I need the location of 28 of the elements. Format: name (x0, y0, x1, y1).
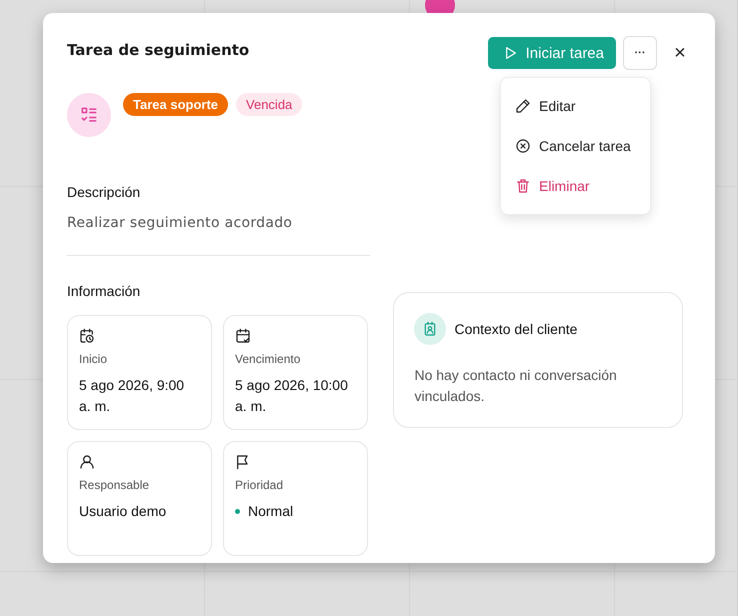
pencil-icon (515, 98, 531, 114)
info-label: Vencimiento (235, 352, 302, 366)
info-label: Inicio (79, 352, 108, 366)
empty-message: No hay contacto ni conversación vinculados. (414, 366, 618, 406)
info-value: 5 ago 2026, 9:00 a. m. (79, 376, 186, 416)
dialog-title: Tarea de seguimiento (67, 41, 250, 59)
calendar-check-icon (235, 328, 251, 344)
description-text: Realizar seguimiento acordado (67, 215, 294, 231)
contact-icon (422, 321, 438, 337)
tag: Tarea soporte (123, 93, 228, 116)
section-heading: Descripción (67, 184, 140, 200)
info-label: Responsable (79, 478, 150, 492)
card-title: Contexto del cliente (454, 321, 578, 337)
menu-item[interactable]: Cancelar tarea (501, 126, 650, 166)
trash-icon (515, 178, 531, 194)
info-value: Normal (248, 502, 294, 521)
cancel-icon (515, 138, 531, 154)
info-value: Usuario demo (79, 502, 168, 521)
menu-item[interactable]: Eliminar (501, 166, 650, 206)
close-button[interactable]: × (669, 42, 691, 64)
user-icon (79, 454, 95, 470)
info-label: Prioridad (235, 478, 284, 492)
tag: Vencida (236, 93, 302, 116)
info-value: 5 ago 2026, 10:00 a. m. (235, 376, 349, 416)
section-heading: Información (67, 283, 140, 299)
calendar-clock-icon (79, 328, 95, 344)
more-button[interactable]: ··· (623, 36, 657, 70)
menu-item[interactable]: Editar (501, 86, 650, 126)
